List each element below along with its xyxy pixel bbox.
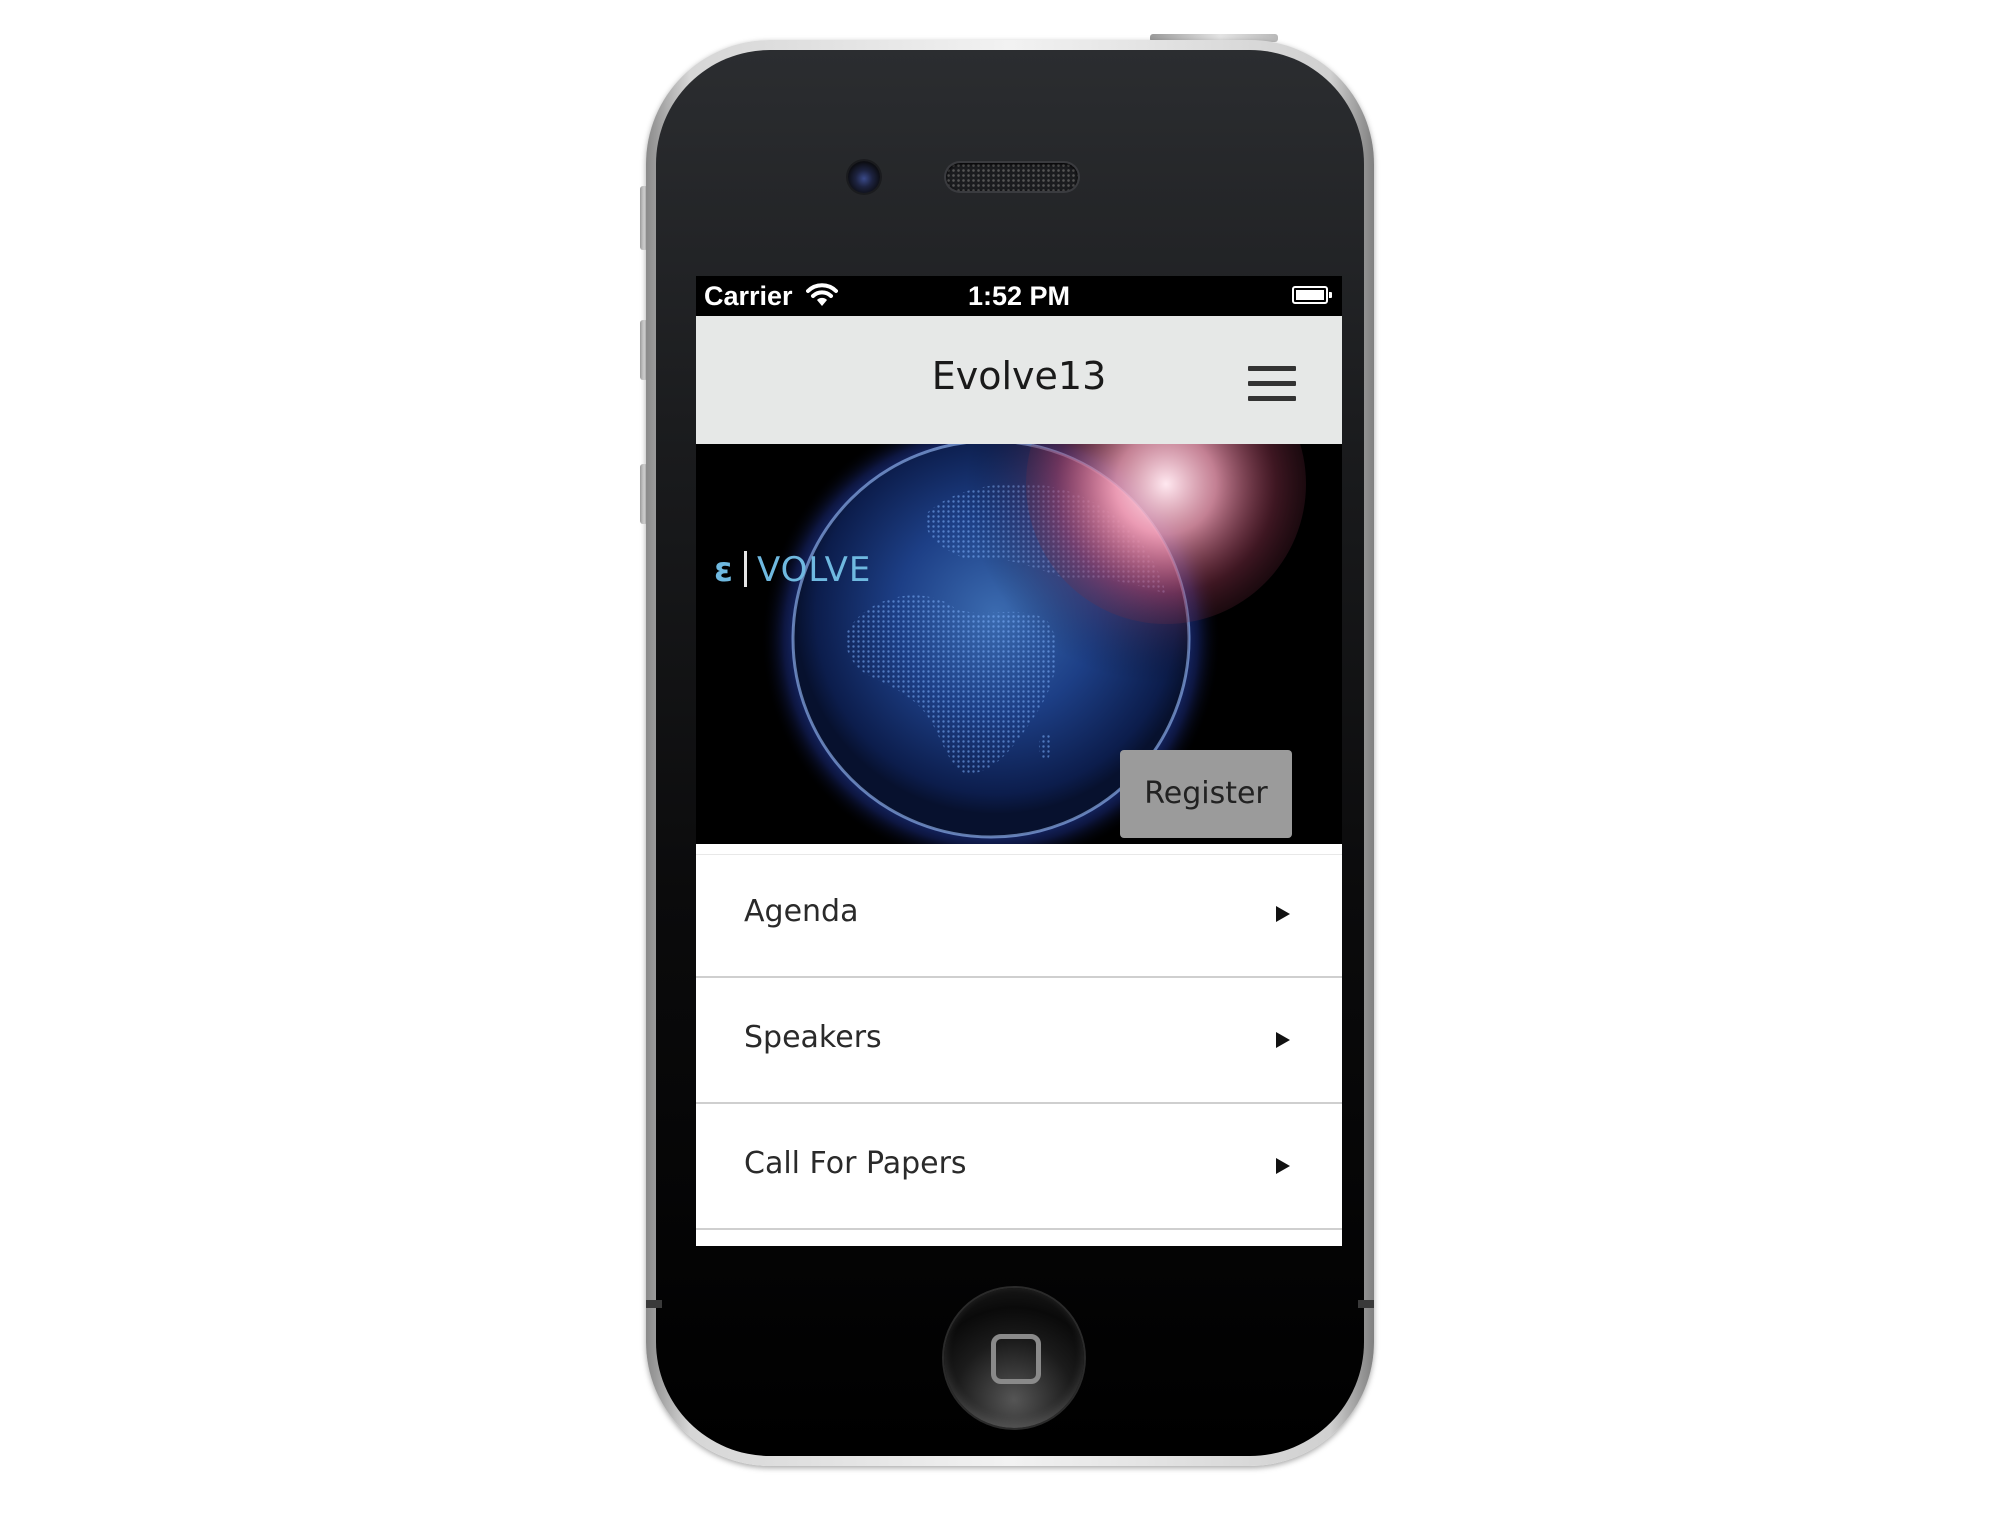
- evolve-logo: ε VOLVE: [714, 550, 871, 590]
- app-header: Evolve13: [696, 316, 1342, 444]
- list-item-label: Call For Papers: [744, 1146, 967, 1181]
- list-item-speakers[interactable]: Speakers: [696, 980, 1342, 1104]
- list-item-agenda[interactable]: Agenda: [696, 854, 1342, 978]
- arrow-right-icon: [1276, 1032, 1290, 1048]
- list-item-call-for-papers[interactable]: Call For Papers: [696, 1106, 1342, 1230]
- logo-mark: ε: [714, 550, 734, 590]
- earpiece-speaker: [946, 163, 1078, 191]
- arrow-right-icon: [1276, 1158, 1290, 1174]
- front-camera: [848, 161, 880, 193]
- logo-divider: [743, 551, 747, 587]
- home-square-icon: [991, 1334, 1041, 1384]
- battery-icon: [1292, 286, 1332, 304]
- status-time: 1:52 PM: [967, 281, 1071, 311]
- list-item-label: Agenda: [744, 894, 859, 929]
- app-screen: Carrier 1:52 PM Evolve13 ε VOLVE Registe…: [696, 276, 1342, 1246]
- antenna-band-left: [646, 1300, 662, 1308]
- hero-banner: ε VOLVE Register: [696, 444, 1342, 844]
- device-frame-stage: Carrier 1:52 PM Evolve13 ε VOLVE Registe…: [0, 0, 2016, 1526]
- menu-list: Agenda Speakers Call For Papers: [696, 844, 1342, 1246]
- register-button[interactable]: Register: [1120, 750, 1292, 838]
- antenna-band-right: [1358, 1300, 1374, 1308]
- hamburger-menu-icon[interactable]: [1248, 366, 1296, 402]
- logo-text: VOLVE: [756, 550, 872, 590]
- list-item-label: Speakers: [744, 1020, 882, 1055]
- app-title: Evolve13: [931, 354, 1107, 398]
- status-bar: Carrier 1:52 PM: [696, 276, 1342, 316]
- home-button[interactable]: [944, 1288, 1084, 1428]
- arrow-right-icon: [1276, 906, 1290, 922]
